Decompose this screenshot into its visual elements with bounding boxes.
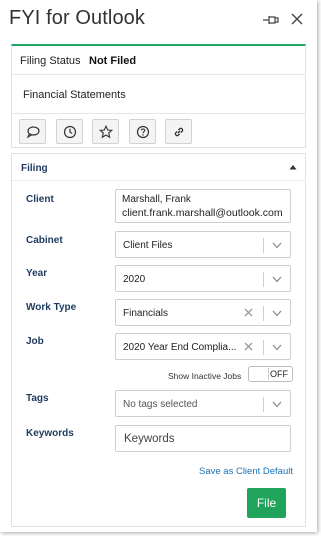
client-email: client.frank.marshall@outlook.com <box>122 207 283 219</box>
document-title-row: Financial Statements <box>12 76 305 114</box>
tags-label: Tags <box>26 393 49 404</box>
clock-icon <box>63 125 77 139</box>
toggle-knob <box>250 368 269 380</box>
year-value: 2020 <box>123 274 146 285</box>
filing-section-header[interactable]: Filing <box>12 154 305 181</box>
work-type-label: Work Type <box>26 302 77 313</box>
tags-placeholder: No tags selected <box>123 399 198 410</box>
tags-select[interactable]: No tags selected <box>115 390 291 417</box>
show-inactive-jobs-label: Show Inactive Jobs <box>168 371 242 381</box>
pin-icon[interactable] <box>262 13 280 27</box>
favourite-button[interactable] <box>92 119 119 144</box>
chevron-down-icon <box>272 344 282 351</box>
filing-status-row: Filing Status Not Filed <box>12 46 305 75</box>
help-icon <box>136 125 150 139</box>
cabinet-label: Cabinet <box>26 235 63 246</box>
save-as-client-default-link[interactable]: Save as Client Default <box>199 466 293 477</box>
clear-icon[interactable] <box>243 341 254 352</box>
link-icon <box>174 127 184 137</box>
comment-button[interactable] <box>19 119 46 144</box>
star-icon <box>99 125 113 139</box>
chevron-down-icon <box>272 242 282 249</box>
year-select[interactable]: 2020 <box>115 265 291 292</box>
select-divider <box>263 238 264 253</box>
work-type-select[interactable]: Financials <box>115 299 291 326</box>
title-bar: FYI for Outlook <box>0 0 317 40</box>
action-toolbar <box>12 115 305 149</box>
chevron-down-icon <box>272 276 282 283</box>
select-divider <box>263 340 264 355</box>
history-button[interactable] <box>56 119 83 144</box>
job-select[interactable]: 2020 Year End Complia... <box>115 333 291 360</box>
chevron-down-icon <box>272 401 282 408</box>
client-name: Marshall, Frank <box>122 194 191 205</box>
clear-icon[interactable] <box>243 307 254 318</box>
client-label: Client <box>26 194 54 205</box>
cabinet-select[interactable]: Client Files <box>115 231 291 258</box>
client-field[interactable]: Marshall, Frank client.frank.marshall@ou… <box>115 189 291 223</box>
filing-status-panel: Filing Status Not Filed Financial Statem… <box>11 44 306 148</box>
comment-icon <box>26 126 40 139</box>
document-title: Financial Statements <box>23 89 126 101</box>
chevron-up-icon <box>289 165 297 170</box>
work-type-value: Financials <box>123 308 169 319</box>
app-title: FYI for Outlook <box>9 7 145 29</box>
filing-panel: Filing Client Marshall, Frank client.fra… <box>11 153 306 527</box>
cabinet-value: Client Files <box>123 240 173 251</box>
help-button[interactable] <box>129 119 156 144</box>
fyi-addin-pane: FYI for Outlook Filing Status Not Filed … <box>0 0 317 532</box>
select-divider <box>263 306 264 321</box>
show-inactive-jobs-toggle[interactable]: OFF <box>248 366 293 382</box>
keywords-input[interactable] <box>115 425 291 452</box>
job-label: Job <box>26 336 44 347</box>
select-divider <box>263 272 264 287</box>
keywords-label: Keywords <box>26 428 74 439</box>
chevron-down-icon <box>272 310 282 317</box>
job-value: 2020 Year End Complia... <box>123 342 237 353</box>
toggle-state: OFF <box>270 369 288 379</box>
file-button[interactable]: File <box>247 488 286 518</box>
select-divider <box>263 397 264 412</box>
copy-link-button[interactable] <box>165 119 192 144</box>
filing-status-label: Filing Status <box>20 55 81 67</box>
close-icon[interactable] <box>290 12 304 26</box>
filing-section-title: Filing <box>21 163 48 174</box>
year-label: Year <box>26 268 48 279</box>
filing-status-value: Not Filed <box>89 55 137 67</box>
